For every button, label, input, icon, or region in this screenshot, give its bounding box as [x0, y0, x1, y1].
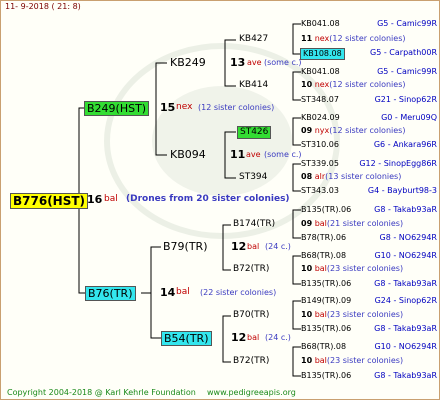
g4-info: G4 - Bayburt98-3 [367, 186, 437, 195]
ff-queen[interactable]: KB249 [170, 57, 206, 68]
root-note: (Drones from 20 sister colonies) [126, 194, 290, 204]
mother-note: (22 sister colonies) [200, 288, 277, 297]
g4-queen[interactable]: B68(TR).08 [301, 252, 346, 260]
g3-gen-line: 10 bal(23 sister colonies) [301, 264, 404, 273]
ff-note: (some c.) [264, 58, 302, 67]
footer-site-link[interactable]: www.pedigreeapis.org [207, 389, 296, 397]
g4-info: G8 - Takab93aR [374, 324, 437, 333]
mf-note: (24 c.) [265, 242, 291, 251]
mm-note: (24 c.) [265, 333, 291, 342]
g4-queen[interactable]: KB108.08 [300, 48, 345, 60]
g4-info: G8 - Takab93aR [374, 205, 437, 214]
mm-queen[interactable]: B54(TR) [161, 331, 212, 346]
g3-queen[interactable]: B70(TR) [233, 311, 269, 320]
g4-info: G12 - SinopEgg86R [359, 159, 437, 168]
g3-queen[interactable]: B72(TR) [233, 265, 269, 274]
g4-info: G8 - Takab93aR [374, 279, 437, 288]
pedigree-frame: 11- 9-2018 ( 21: 8) B776(HST) 16 bal (Dr… [0, 0, 440, 400]
g4-queen[interactable]: B135(TR).06 [301, 372, 351, 380]
father-ave: nex [176, 102, 193, 112]
g4-info: G5 - Camic99R [377, 67, 437, 76]
mm-generation: 12 [231, 331, 247, 344]
mother-ave: bal [176, 287, 190, 297]
g4-info: G0 - Meru09Q [381, 113, 437, 122]
g3-queen[interactable]: ST394 [239, 173, 267, 182]
mf-generation: 12 [231, 240, 247, 253]
g4-queen[interactable]: B149(TR).09 [301, 297, 351, 305]
ff-generation: 13 [230, 56, 246, 69]
g4-info: G21 - Sinop62R [374, 95, 437, 104]
g3-queen[interactable]: KB427 [239, 35, 268, 44]
g3-queen[interactable]: ST426 [237, 126, 272, 139]
g4-queen[interactable]: B135(TR).06 [301, 206, 351, 214]
g3-gen-line: 09 nyx(12 sister colonies) [301, 126, 406, 135]
g4-queen[interactable]: B78(TR).06 [301, 234, 346, 242]
g4-queen[interactable]: KB041.08 [301, 68, 340, 76]
g4-info: G5 - Camic99R [377, 19, 437, 28]
mother-generation: 14 [160, 286, 176, 299]
g3-gen-line: 11 nex(12 sister colonies) [301, 34, 406, 43]
g4-info: G10 - NO6294R [374, 342, 437, 351]
g4-info: G8 - Takab93aR [374, 371, 437, 380]
g3-gen-line: 09 bal(21 sister colonies) [301, 219, 404, 228]
father-generation: 15 [160, 101, 176, 114]
g3-queen[interactable]: KB414 [239, 81, 268, 90]
g4-queen[interactable]: B135(TR).06 [301, 325, 351, 333]
g4-info: G6 - Ankara96R [373, 140, 437, 149]
father-note: (12 sister colonies) [198, 103, 275, 112]
g4-info: G5 - Carpath00R [370, 48, 437, 57]
g4-info: G8 - NO6294R [379, 233, 437, 242]
header-timestamp: 11- 9-2018 ( 21: 8) [5, 2, 81, 11]
g4-info: G24 - Sinop62R [374, 296, 437, 305]
g4-info: G10 - NO6294R [374, 251, 437, 260]
ff-ave: ave [247, 58, 262, 67]
mf-queen[interactable]: B79(TR) [163, 241, 208, 252]
g3-gen-line: 08 alr(13 sister colonies) [301, 172, 402, 181]
g3-queen[interactable]: B72(TR) [233, 357, 269, 366]
g4-queen[interactable]: KB024.09 [301, 114, 340, 122]
root-generation: 16 [87, 193, 103, 206]
fm-queen[interactable]: KB094 [170, 149, 206, 160]
g3-gen-line: 10 nex(12 sister colonies) [301, 80, 406, 89]
fm-generation: 11 [230, 148, 246, 161]
father-queen[interactable]: B249(HST) [84, 101, 150, 116]
g4-queen[interactable]: ST339.05 [301, 160, 339, 168]
g3-gen-line: 10 bal(23 sister colonies) [301, 310, 404, 319]
g4-queen[interactable]: ST348.07 [301, 96, 339, 104]
mm-ave: bal [247, 333, 260, 342]
g3-gen-line: 10 bal(23 sister colonies) [301, 356, 404, 365]
g4-queen[interactable]: B68(TR).08 [301, 343, 346, 351]
fm-note: (some c.) [264, 150, 302, 159]
g3-queen[interactable]: B174(TR) [233, 220, 275, 229]
footer-copyright: Copyright 2004-2018 @ Karl Kehrle Founda… [7, 388, 196, 397]
g4-queen[interactable]: KB041.08 [301, 20, 340, 28]
g4-queen[interactable]: ST343.03 [301, 187, 339, 195]
fm-ave: ave [246, 150, 261, 159]
mother-queen[interactable]: B76(TR) [85, 286, 136, 301]
root-queen[interactable]: B776(HST) [10, 193, 89, 209]
mf-ave: bal [247, 242, 260, 251]
g4-queen[interactable]: ST310.06 [301, 141, 339, 149]
g4-queen[interactable]: B135(TR).06 [301, 280, 351, 288]
root-ave: bal [104, 194, 118, 204]
